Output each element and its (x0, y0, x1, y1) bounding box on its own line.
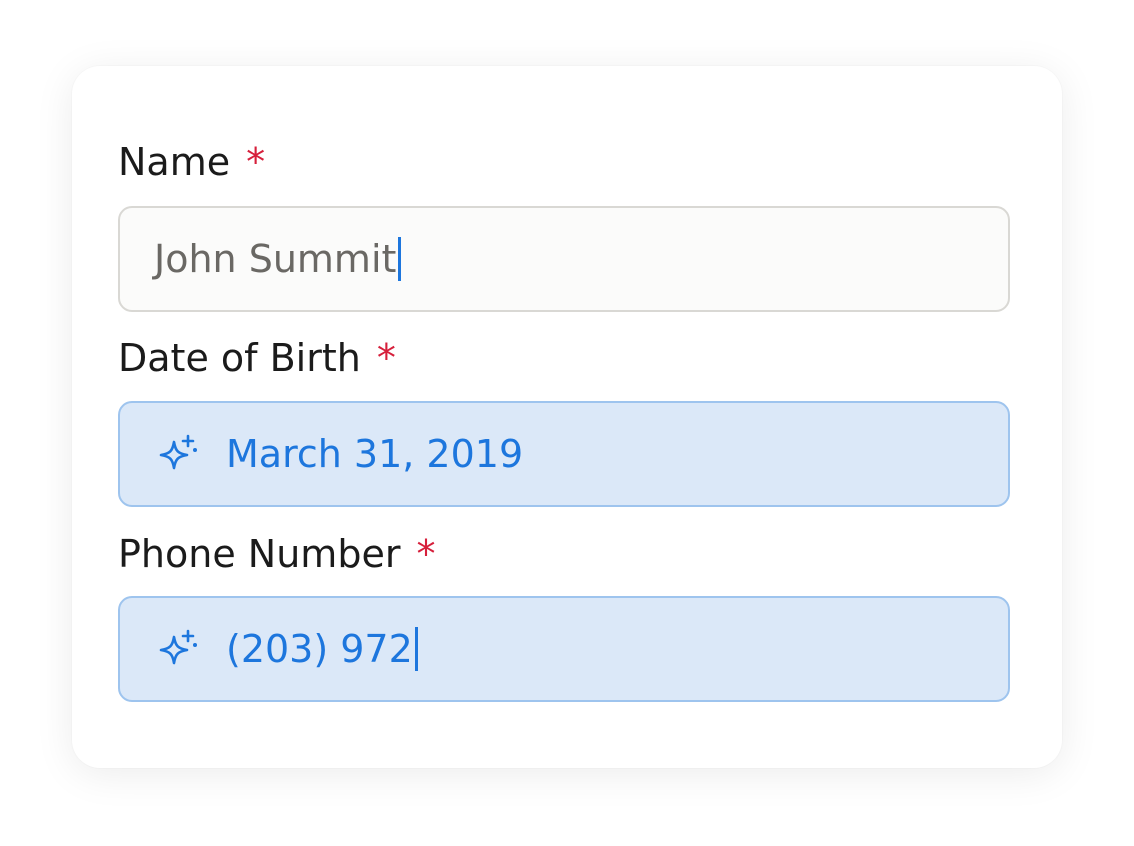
phone-input-value: (203) 972 (226, 627, 418, 671)
text-caret (398, 237, 402, 281)
required-marker: * (416, 532, 436, 576)
dob-input[interactable]: March 31, 2019 (118, 401, 1010, 507)
name-label-text: Name (118, 140, 231, 184)
phone-value-text: (203) 972 (226, 627, 413, 671)
name-input-value: John Summit (154, 237, 402, 281)
name-input[interactable]: John Summit (118, 206, 1010, 312)
required-marker: * (246, 140, 266, 184)
name-label: Name * (118, 140, 265, 184)
dob-label: Date of Birth * (118, 336, 396, 380)
name-value-text: John Summit (154, 237, 397, 281)
sparkle-icon (159, 629, 197, 665)
phone-label-text: Phone Number (118, 532, 401, 576)
dob-value-text: March 31, 2019 (226, 432, 524, 476)
phone-label: Phone Number * (118, 532, 435, 576)
form-card: Name * John Summit Date of Birth * March 3… (72, 66, 1062, 768)
dob-label-text: Date of Birth (118, 336, 361, 380)
phone-input[interactable]: (203) 972 (118, 596, 1010, 702)
text-caret (414, 627, 418, 671)
required-marker: * (376, 336, 396, 380)
sparkle-icon (159, 434, 197, 470)
